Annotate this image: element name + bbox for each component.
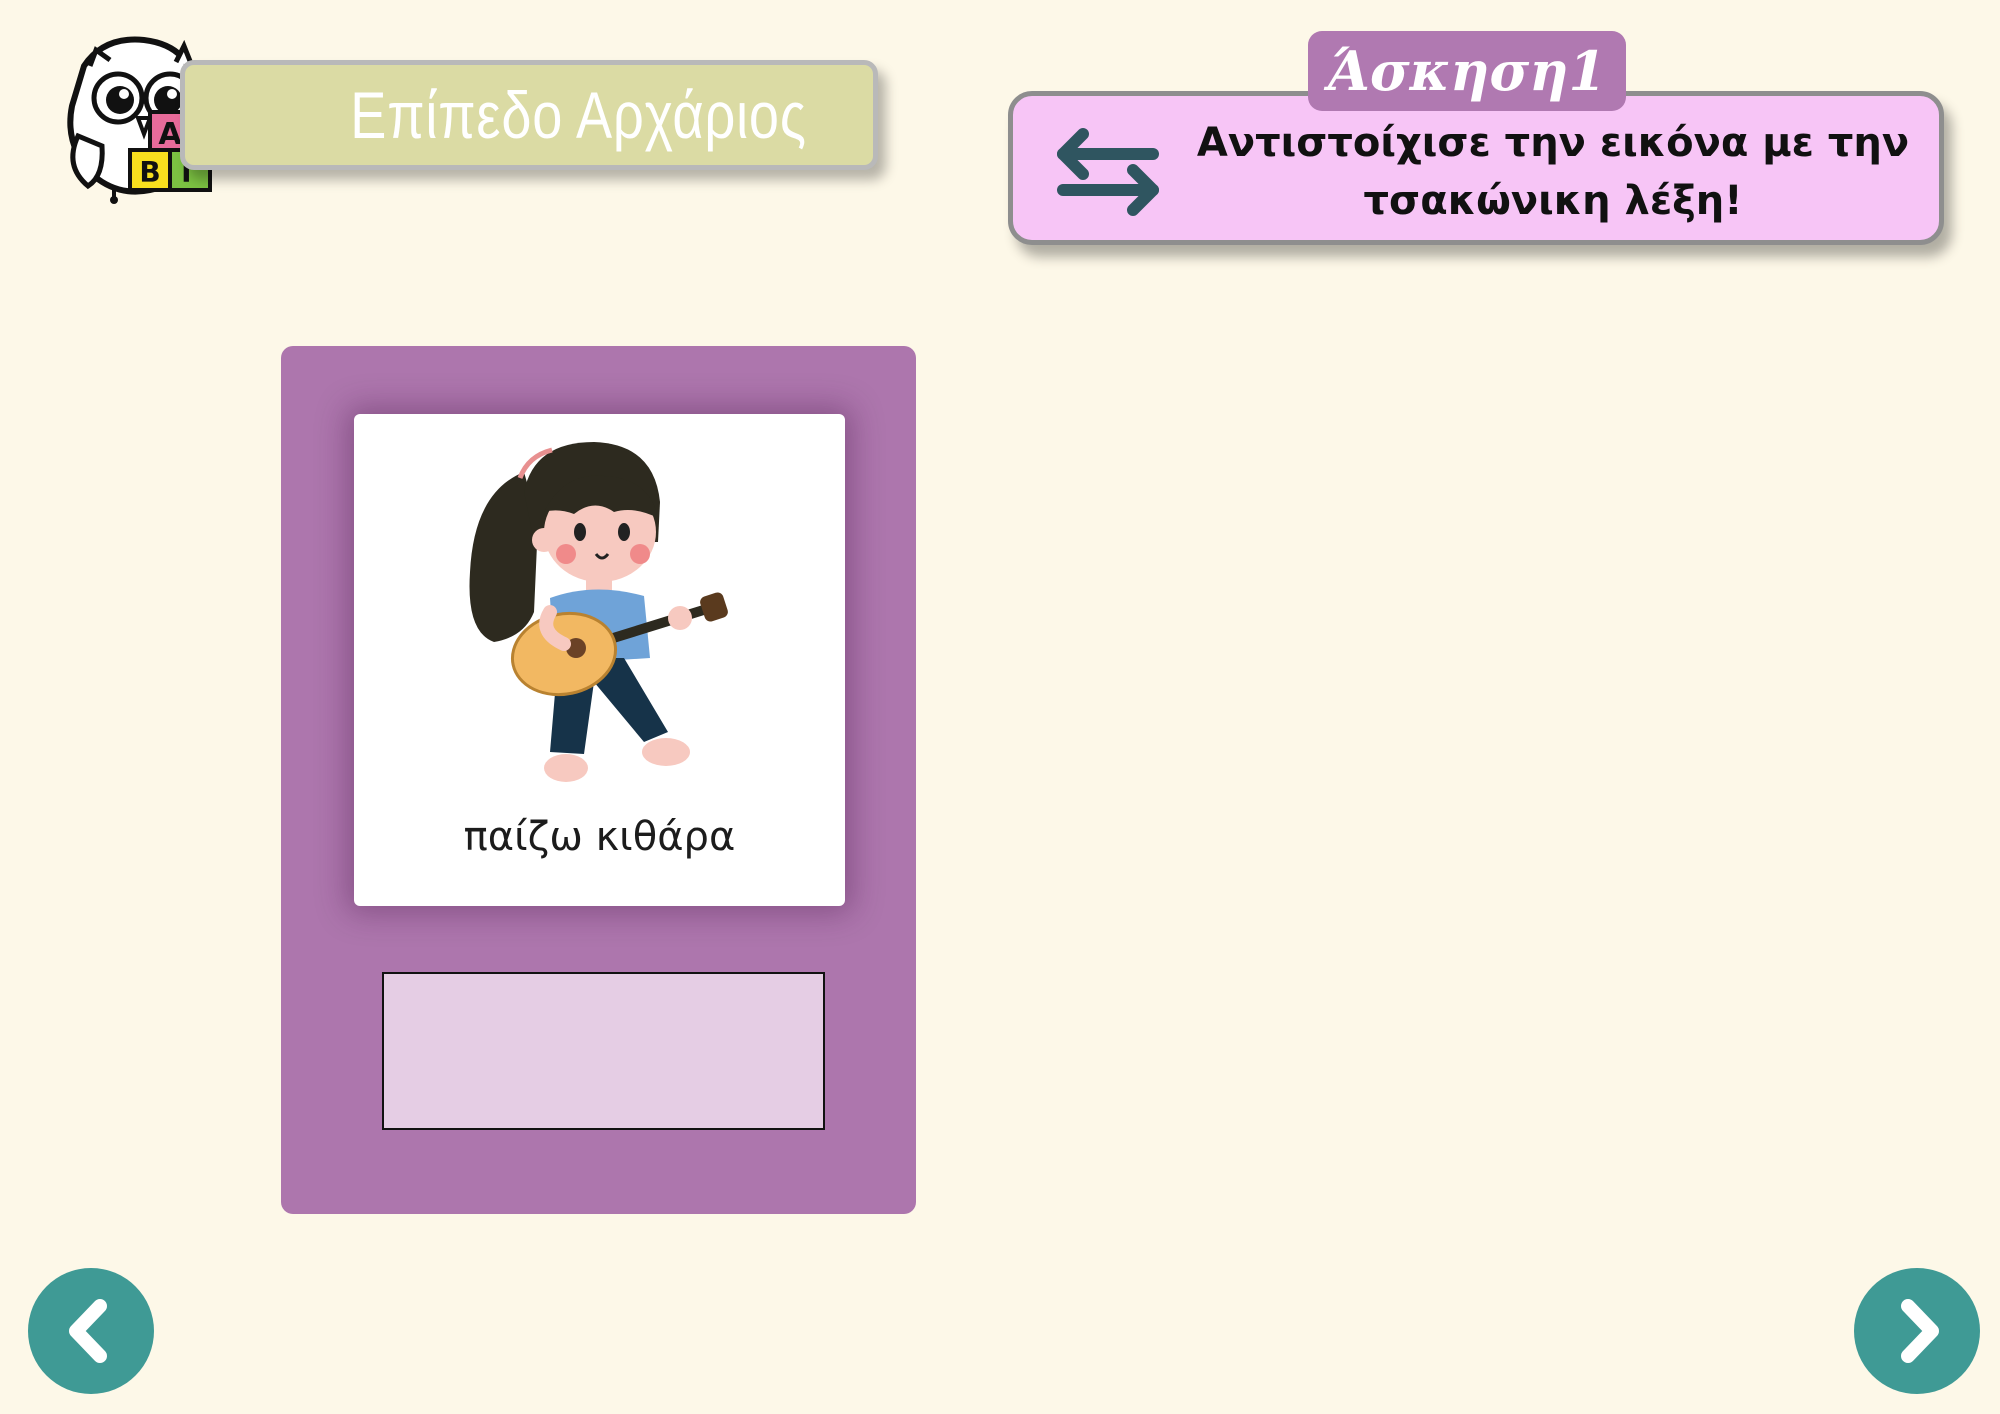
exercise-title: Άσκηση1 [1327,39,1607,103]
level-title: Επίπεδο Αρχάριος [349,78,807,152]
block-letter-a: Α [158,117,182,152]
instruction-text: Αντιστοίχισε την εικόνα με την τσακώνικη… [1196,120,1910,224]
picture-card[interactable]: παίζω κιθάρα [354,414,845,906]
level-banner: Επίπεδο Αρχάριος [180,60,878,170]
exercise-tab: Άσκηση1 [1308,31,1626,111]
swap-arrows-icon [1057,128,1159,216]
block-letter-b: Β [139,156,160,189]
card-panel: παίζω κιθάρα [281,346,916,1214]
girl-playing-guitar-illustration [469,442,728,782]
chevron-right-icon [1901,1299,1939,1363]
chevron-left-icon [69,1299,107,1363]
next-button[interactable] [1854,1268,1980,1394]
previous-button[interactable] [28,1268,154,1394]
instruction-box: Αντιστοίχισε την εικόνα με την τσακώνικη… [1008,91,1944,245]
answer-drop-slot[interactable] [382,972,825,1130]
card-word: παίζω κιθάρα [463,814,736,860]
